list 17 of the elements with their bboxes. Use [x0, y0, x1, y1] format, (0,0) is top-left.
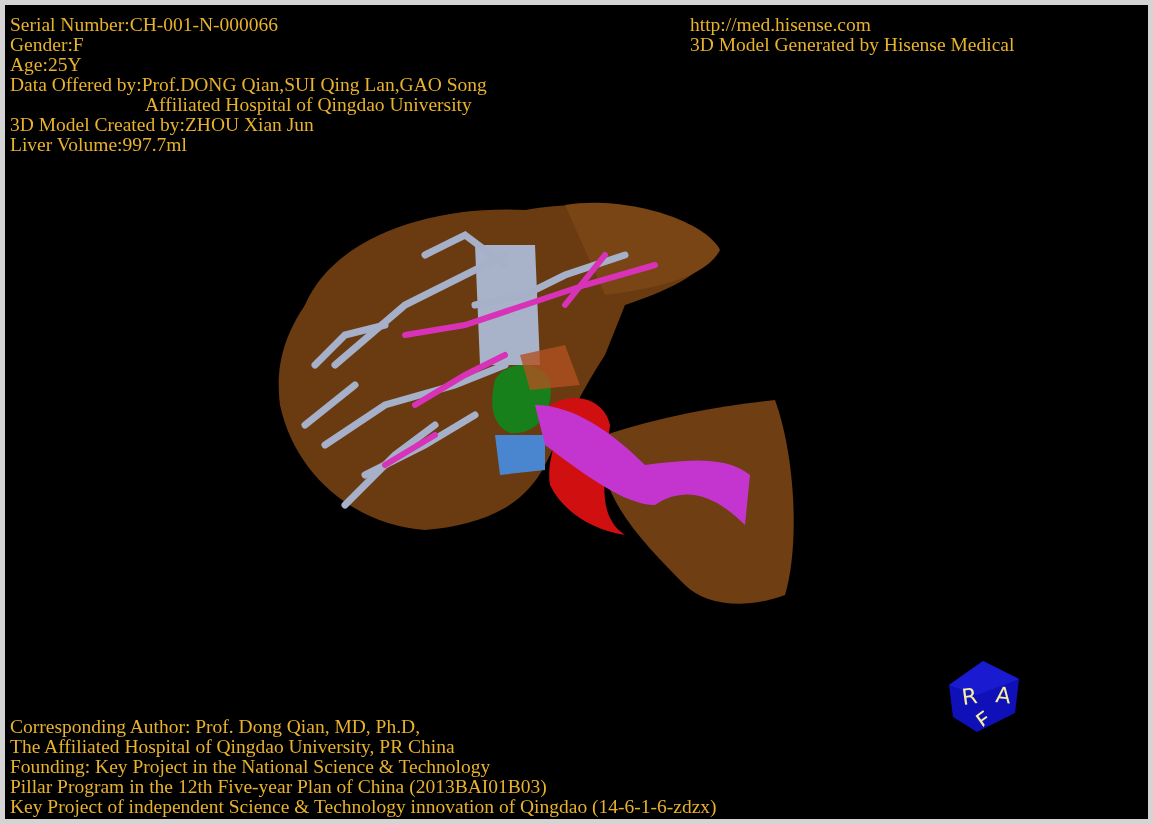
- info-text: The Affiliated Hospital of Qingdao University, PR China: [10, 737, 455, 757]
- info-text: Liver Volume:997.7ml: [10, 135, 187, 155]
- info-text: Key Project of independent Science & Technology innovation of Qingdao (14-6-1-6-zdzx): [10, 797, 717, 817]
- info-text: Founding: Key Project in the National Science & Technology: [10, 757, 491, 777]
- info-text: http://med.hisense.com: [690, 15, 871, 35]
- info-text: Serial Number:CH-001-N-000066: [10, 15, 279, 35]
- info-text: 3D Model Created by:ZHOU Xian Jun: [10, 115, 314, 135]
- info-text: Pillar Program in the 12th Five-year Plan of China (2013BAI01B03): [10, 777, 547, 797]
- info-text: Corresponding Author: Prof. Dong Qian, MD, Ph.D,: [10, 717, 421, 737]
- cube-face-label: A: [994, 682, 1013, 709]
- info-text: Age:25Y: [10, 55, 82, 75]
- viewport-canvas[interactable]: [5, 5, 1148, 819]
- info-text: Affiliated Hospital of Qingdao University: [145, 95, 472, 115]
- info-text: 3D Model Generated by Hisense Medical: [690, 35, 1015, 55]
- info-text: Data Offered by:Prof.DONG Qian,SUI Qing Lan,GAO Song: [10, 75, 487, 95]
- info-text: Gender:F: [10, 35, 84, 55]
- cube-face-label: R: [960, 683, 979, 710]
